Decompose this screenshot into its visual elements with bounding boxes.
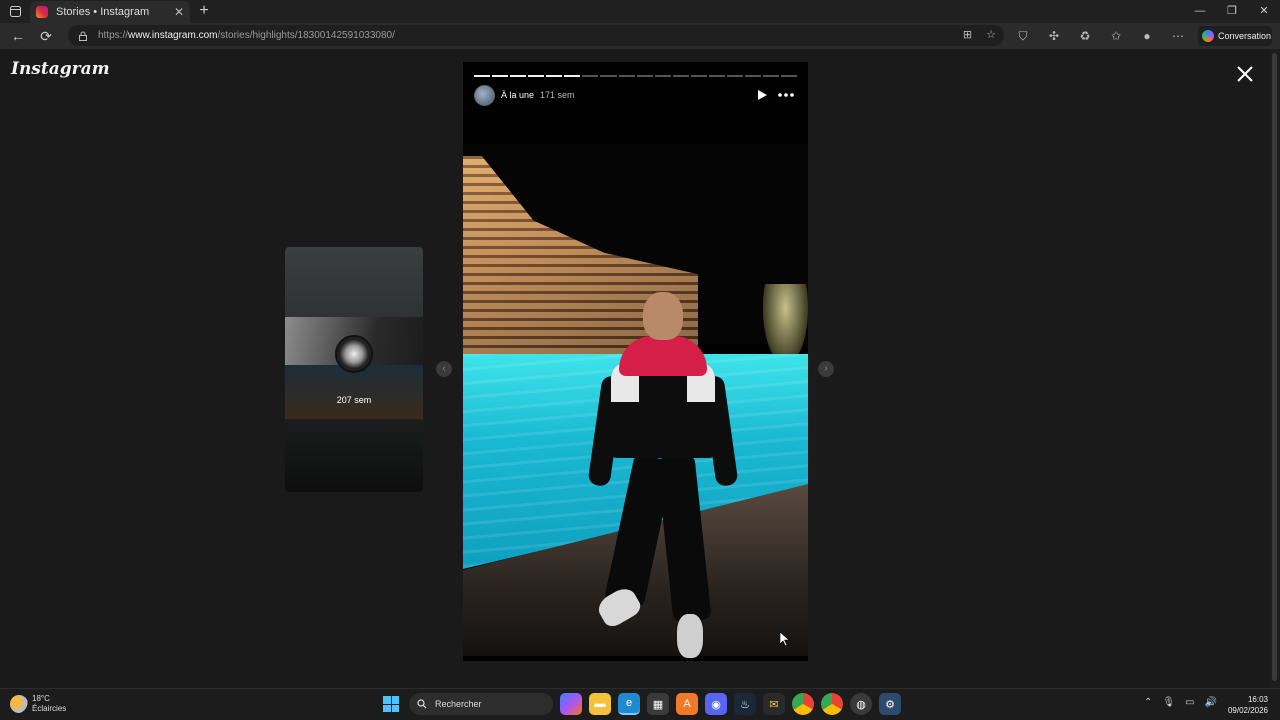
progress-segment bbox=[474, 75, 491, 77]
page-scrollbar[interactable] bbox=[1269, 49, 1280, 688]
conversation-button[interactable]: Conversation bbox=[1198, 26, 1272, 46]
app-available-icon[interactable]: ⊞ bbox=[963, 28, 972, 41]
window-menu-icon[interactable] bbox=[0, 0, 30, 23]
microphone-icon[interactable]: 🎙 bbox=[1162, 697, 1175, 708]
volume-icon[interactable]: 🔊 bbox=[1205, 697, 1217, 708]
clock-time: 16:03 bbox=[1247, 695, 1268, 704]
chrome-icon[interactable] bbox=[792, 693, 814, 715]
story-viewer[interactable]: À la une 171 sem bbox=[463, 62, 808, 661]
progress-segment bbox=[546, 75, 563, 77]
progress-segment bbox=[564, 75, 581, 77]
url-path: /stories/highlights/18300142591033080/ bbox=[217, 30, 395, 41]
copilot-icon bbox=[1202, 30, 1214, 42]
taskbar-clock[interactable]: 16:03 09/02/2026 bbox=[1226, 694, 1268, 716]
story-photo bbox=[463, 144, 808, 658]
taskbar-search[interactable]: Rechercher bbox=[409, 693, 553, 715]
close-icon[interactable] bbox=[1236, 65, 1254, 83]
tab-title: Stories • Instagram bbox=[56, 6, 150, 18]
progress-segment bbox=[528, 75, 545, 77]
clock-date: 09/02/2026 bbox=[1227, 706, 1268, 715]
window-close-button[interactable]: ✕ bbox=[1248, 0, 1280, 23]
progress-segment bbox=[492, 75, 509, 77]
progress-segment bbox=[654, 75, 671, 77]
play-icon[interactable] bbox=[755, 88, 769, 102]
progress-segment bbox=[600, 75, 617, 77]
browser-essentials-icon[interactable]: ♻ bbox=[1076, 27, 1094, 45]
progress-segment bbox=[672, 75, 689, 77]
windows-taskbar: 18°C Éclaircies Rechercher ▬ e ▦ A ◉ ♨ ✉… bbox=[0, 688, 1280, 720]
instagram-favicon-icon bbox=[36, 6, 48, 18]
progress-segment bbox=[763, 75, 780, 77]
favorite-star-icon[interactable]: ☆ bbox=[986, 28, 996, 41]
extensions-icon[interactable]: ✣ bbox=[1045, 27, 1063, 45]
weather-temperature: 18°C bbox=[32, 694, 50, 703]
preview-avatar bbox=[335, 335, 373, 373]
address-bar-row: ← ⟳ https://www.instagram.com/stories/hi… bbox=[0, 23, 1280, 49]
progress-segment bbox=[726, 75, 743, 77]
previous-arrow-icon[interactable]: ‹ bbox=[436, 361, 452, 377]
edge-browser-icon[interactable]: e bbox=[618, 693, 640, 715]
url-icons: ⊞ ☆ bbox=[963, 28, 996, 41]
app-orange-icon[interactable]: A bbox=[676, 693, 698, 715]
new-tab-button[interactable]: + bbox=[196, 2, 212, 20]
progress-segment bbox=[510, 75, 527, 77]
start-button[interactable] bbox=[380, 693, 402, 715]
file-explorer-icon[interactable]: ▬ bbox=[589, 693, 611, 715]
progress-segment bbox=[636, 75, 653, 77]
story-age: 171 sem bbox=[540, 90, 575, 100]
instagram-page: Instagram 207 sem ‹ › À la une 171 sem bbox=[0, 49, 1280, 688]
profile-avatar-icon[interactable]: ● bbox=[1138, 27, 1156, 45]
minimize-button[interactable]: — bbox=[1184, 0, 1216, 23]
instagram-logo[interactable]: Instagram bbox=[11, 59, 110, 79]
story-progress-bar bbox=[474, 75, 798, 77]
tab-close-icon[interactable]: ✕ bbox=[174, 5, 184, 19]
highlight-avatar[interactable] bbox=[474, 84, 495, 106]
search-icon bbox=[417, 699, 427, 709]
story-header: À la une 171 sem bbox=[474, 84, 797, 106]
url-prefix: https:// bbox=[98, 30, 129, 41]
shield-icon[interactable]: ⛉ bbox=[1014, 27, 1032, 45]
progress-segment bbox=[582, 75, 599, 77]
restore-button[interactable]: ❐ bbox=[1216, 0, 1248, 23]
weather-description: Éclaircies bbox=[32, 704, 67, 713]
browser-tab[interactable]: Stories • Instagram ✕ bbox=[30, 1, 190, 23]
lock-icon bbox=[79, 31, 87, 41]
mail-app-icon[interactable]: ✉ bbox=[763, 693, 785, 715]
tray-chevron-up-icon[interactable]: ⌃ bbox=[1144, 697, 1152, 708]
progress-segment bbox=[708, 75, 725, 77]
more-menu-icon[interactable]: ⋯ bbox=[1169, 27, 1187, 45]
back-button[interactable]: ← bbox=[4, 23, 32, 49]
favorites-icon[interactable]: ✩ bbox=[1107, 27, 1125, 45]
settings-gear-icon[interactable]: ⚙ bbox=[879, 693, 901, 715]
progress-segment bbox=[690, 75, 707, 77]
copilot-app-icon[interactable] bbox=[560, 693, 582, 715]
taskbar-apps: Rechercher ▬ e ▦ A ◉ ♨ ✉ ◍ ⚙ bbox=[380, 693, 901, 715]
url-field[interactable]: https://www.instagram.com/stories/highli… bbox=[68, 25, 1004, 46]
tab-bar: Stories • Instagram ✕ + — ❐ ✕ bbox=[0, 0, 1280, 23]
weather-widget[interactable]: 18°C Éclaircies bbox=[10, 694, 66, 714]
refresh-button[interactable]: ⟳ bbox=[32, 23, 60, 49]
chrome-profile-icon[interactable] bbox=[821, 693, 843, 715]
mouse-cursor-icon bbox=[780, 632, 790, 646]
url-host: www.instagram.com bbox=[128, 30, 218, 41]
next-arrow-icon[interactable]: › bbox=[818, 361, 834, 377]
more-options-icon[interactable] bbox=[777, 88, 795, 102]
system-tray: ⌃ 🎙 ▭ 🔊 bbox=[1144, 697, 1217, 708]
display-icon[interactable]: ▭ bbox=[1185, 697, 1194, 708]
search-placeholder: Rechercher bbox=[435, 699, 482, 709]
partly-sunny-icon bbox=[10, 695, 28, 713]
app-circle-icon[interactable]: ◍ bbox=[850, 693, 872, 715]
progress-segment bbox=[618, 75, 635, 77]
previous-story-preview[interactable]: 207 sem bbox=[285, 247, 423, 492]
preview-age-label: 207 sem bbox=[336, 395, 372, 405]
toolbar-icons: ⛉ ✣ ♻ ✩ ● ⋯ bbox=[1014, 27, 1187, 45]
discord-icon[interactable]: ◉ bbox=[705, 693, 727, 715]
conversation-label: Conversation bbox=[1218, 31, 1272, 41]
highlight-name[interactable]: À la une bbox=[501, 90, 534, 100]
window-controls: — ❐ ✕ bbox=[1184, 0, 1280, 23]
progress-segment bbox=[781, 75, 798, 77]
progress-segment bbox=[744, 75, 761, 77]
store-icon[interactable]: ▦ bbox=[647, 693, 669, 715]
steam-icon[interactable]: ♨ bbox=[734, 693, 756, 715]
